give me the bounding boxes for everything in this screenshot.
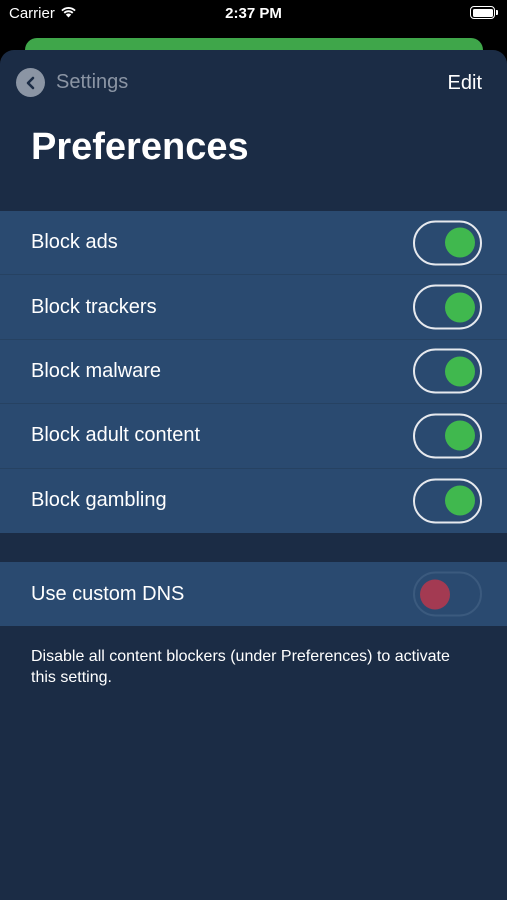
custom-dns-toggle[interactable]: [413, 571, 482, 617]
preferences-list: Block ads Block trackers Block malware B…: [0, 211, 507, 533]
list-item: Block malware: [0, 340, 507, 405]
toggle-knob: [445, 420, 475, 451]
list-item: Block gambling: [0, 469, 507, 533]
row-label: Use custom DNS: [31, 582, 185, 605]
edit-button[interactable]: Edit: [448, 72, 482, 95]
block-trackers-toggle[interactable]: [413, 284, 482, 330]
row-label: Block malware: [31, 359, 162, 382]
row-label: Block trackers: [31, 295, 157, 318]
toggle-knob: [445, 356, 475, 387]
list-item: Block adult content: [0, 404, 507, 469]
block-adult-content-toggle[interactable]: [413, 413, 482, 459]
list-item: Block ads: [0, 211, 507, 276]
status-bar: Carrier 2:37 PM: [0, 0, 507, 30]
chevron-left-icon: [16, 68, 45, 97]
navigation-bar: Settings Edit: [0, 50, 507, 120]
toggle-knob: [445, 485, 475, 516]
block-ads-toggle[interactable]: [413, 220, 482, 266]
row-label: Block gambling: [31, 489, 167, 512]
list-item: Use custom DNS: [0, 562, 507, 626]
dns-list: Use custom DNS: [0, 562, 507, 627]
toggle-knob: [445, 292, 475, 323]
row-label: Block adult content: [31, 424, 200, 447]
row-label: Block ads: [31, 231, 118, 254]
back-label: Settings: [56, 71, 129, 93]
page-title: Preferences: [31, 126, 249, 168]
toggle-knob: [445, 227, 475, 258]
toggle-knob: [420, 579, 450, 610]
list-item: Block trackers: [0, 275, 507, 340]
back-button[interactable]: Settings: [16, 68, 128, 97]
block-malware-toggle[interactable]: [413, 348, 482, 394]
battery-icon: [470, 6, 498, 19]
dns-footnote: Disable all content blockers (under Pref…: [31, 648, 450, 686]
block-gambling-toggle[interactable]: [413, 478, 482, 524]
status-time: 2:37 PM: [225, 5, 282, 22]
preferences-sheet: Settings Edit Preferences Block ads Bloc…: [0, 50, 507, 900]
